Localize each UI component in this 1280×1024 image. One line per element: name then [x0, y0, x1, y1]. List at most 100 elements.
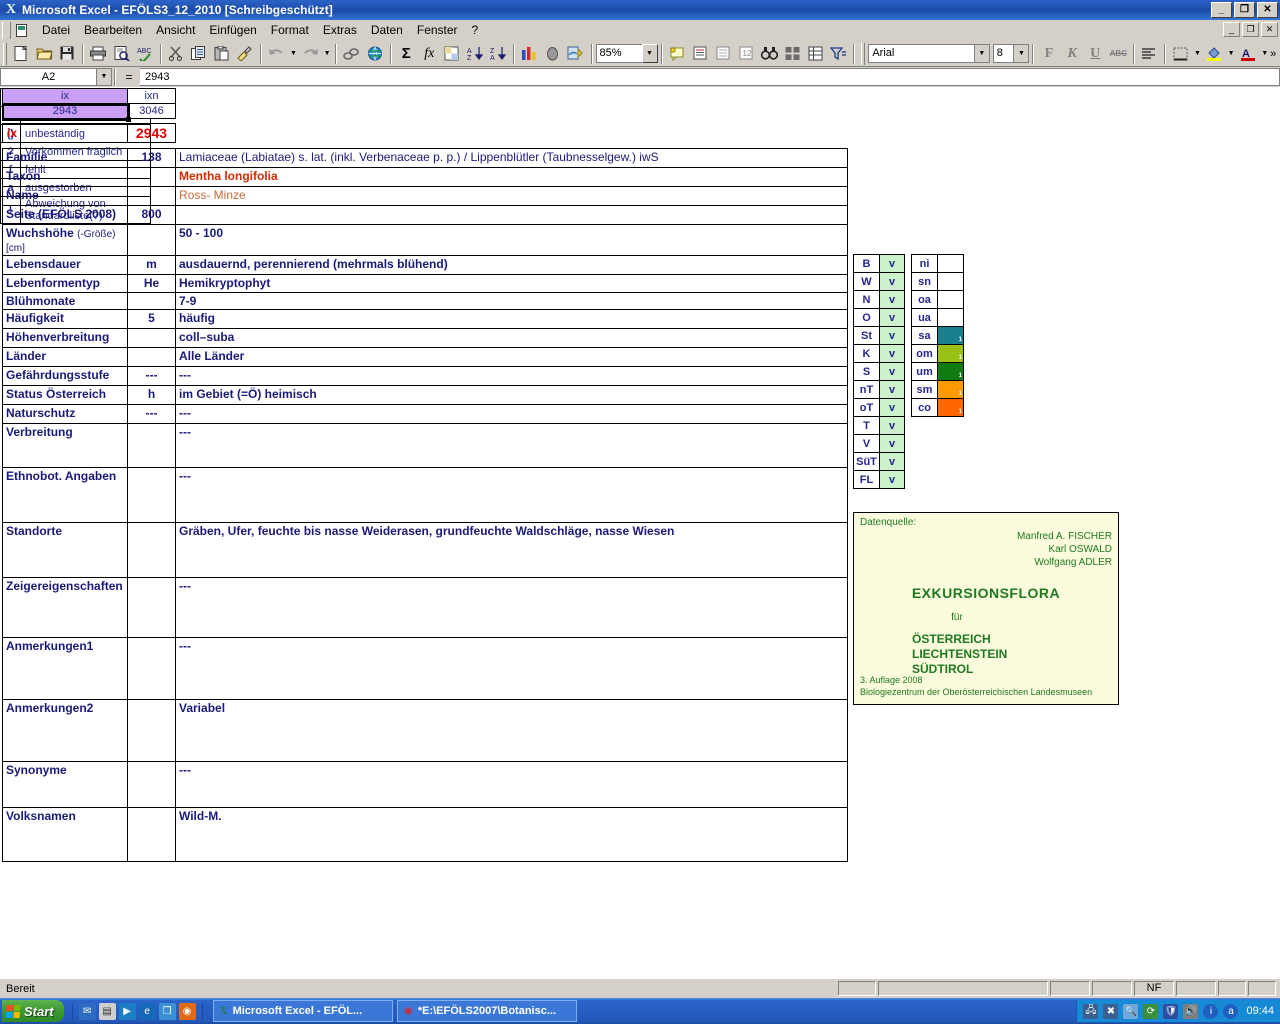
- insert-hyperlink-icon[interactable]: [340, 43, 363, 65]
- bundesland-code-cell[interactable]: B: [853, 254, 880, 273]
- row-value-cell[interactable]: ---: [175, 404, 848, 424]
- menu-extras[interactable]: Extras: [316, 21, 364, 39]
- strikethrough-button[interactable]: ABC: [1107, 43, 1130, 65]
- freeze-panes-icon[interactable]: [804, 43, 827, 65]
- borders-icon[interactable]: [1169, 43, 1192, 65]
- hoehenstufe-color-cell[interactable]: [937, 308, 964, 327]
- firefox-icon[interactable]: ◉: [178, 1002, 196, 1020]
- insert-comment-icon[interactable]: [666, 43, 689, 65]
- bold-button[interactable]: F: [1037, 43, 1060, 65]
- row-value-cell[interactable]: 50 - 100: [175, 224, 848, 256]
- font-size-dropdown-icon[interactable]: ▼: [1013, 45, 1029, 62]
- bundesland-code-cell[interactable]: O: [853, 308, 880, 327]
- doc-close-button[interactable]: ✕: [1261, 22, 1278, 37]
- hoehenstufe-color-cell[interactable]: [937, 272, 964, 291]
- row-label-cell[interactable]: Anmerkungen1: [2, 637, 128, 700]
- ixn-value-cell[interactable]: 3046: [127, 103, 176, 119]
- minimize-button[interactable]: _: [1211, 2, 1232, 18]
- taskbar-clock[interactable]: 09:44: [1246, 1005, 1274, 1017]
- row-code-cell[interactable]: [127, 292, 176, 310]
- menu-help[interactable]: ?: [465, 21, 486, 39]
- bundesland-code-cell[interactable]: SüT: [853, 452, 880, 471]
- row-value-cell[interactable]: Mentha longifolia: [175, 167, 848, 187]
- sort-ascending-icon[interactable]: AZ: [464, 43, 487, 65]
- doc-minimize-button[interactable]: _: [1223, 22, 1240, 37]
- row-value-cell[interactable]: ---: [175, 467, 848, 523]
- toolbar-grip-2[interactable]: [861, 42, 866, 65]
- spellcheck-icon[interactable]: ABC: [133, 43, 156, 65]
- row-value-cell[interactable]: coll–suba: [175, 328, 848, 348]
- hoehenstufe-code-cell[interactable]: um: [911, 362, 938, 381]
- security-shield-icon[interactable]: 🛡: [1163, 1003, 1179, 1019]
- paste-function-icon[interactable]: fx: [418, 43, 441, 65]
- next-comment-icon[interactable]: 12: [735, 43, 758, 65]
- menu-daten[interactable]: Daten: [364, 21, 410, 39]
- row-value-cell[interactable]: Ross- Minze: [175, 186, 848, 206]
- map-icon[interactable]: [564, 43, 587, 65]
- previous-comment-icon[interactable]: [712, 43, 735, 65]
- row-code-cell[interactable]: 800: [127, 205, 176, 225]
- hoehenstufe-color-cell[interactable]: [937, 290, 964, 309]
- fill-color-dropdown-icon[interactable]: ▼: [1226, 43, 1237, 65]
- row-code-cell[interactable]: ---: [127, 404, 176, 424]
- bundesland-status-cell[interactable]: v: [879, 362, 905, 381]
- bundesland-code-cell[interactable]: T: [853, 416, 880, 435]
- row-label-cell[interactable]: Höhenverbreitung: [2, 328, 128, 348]
- ix-number-cell[interactable]: 2943: [127, 123, 176, 143]
- bundesland-code-cell[interactable]: oT: [853, 398, 880, 417]
- bundesland-status-cell[interactable]: v: [879, 452, 905, 471]
- row-code-cell[interactable]: 5: [127, 309, 176, 329]
- hoehenstufe-color-cell[interactable]: 1: [937, 398, 964, 417]
- row-label-cell[interactable]: Anmerkungen2: [2, 699, 128, 762]
- bundesland-status-cell[interactable]: v: [879, 308, 905, 327]
- row-code-cell[interactable]: [127, 699, 176, 762]
- hoehenstufe-color-cell[interactable]: [937, 254, 964, 273]
- web-toolbar-icon[interactable]: [364, 43, 387, 65]
- autofilter-icon[interactable]: [827, 43, 850, 65]
- menu-bearbeiten[interactable]: Bearbeiten: [77, 21, 149, 39]
- toolbar-overflow-icon[interactable]: »: [1270, 48, 1280, 60]
- volume-icon[interactable]: 🔊: [1183, 1003, 1199, 1019]
- bundesland-code-cell[interactable]: St: [853, 326, 880, 345]
- menu-format[interactable]: Format: [264, 21, 316, 39]
- row-label-cell[interactable]: Status Österreich: [2, 385, 128, 405]
- split-window-icon[interactable]: [781, 43, 804, 65]
- hoehenstufe-code-cell[interactable]: oa: [911, 290, 938, 309]
- bundesland-status-cell[interactable]: v: [879, 344, 905, 363]
- row-value-cell[interactable]: Hemikryptophyt: [175, 274, 848, 293]
- notepad-icon[interactable]: ▤: [98, 1002, 116, 1020]
- row-code-cell[interactable]: 138: [127, 148, 176, 168]
- bundesland-status-cell[interactable]: v: [879, 272, 905, 291]
- bundesland-code-cell[interactable]: N: [853, 290, 880, 309]
- info-icon[interactable]: i: [1203, 1003, 1219, 1019]
- row-code-cell[interactable]: [127, 423, 176, 468]
- row-code-cell[interactable]: [127, 347, 176, 367]
- row-code-cell[interactable]: ---: [127, 366, 176, 386]
- row-label-cell[interactable]: Zeigereigenschaften: [2, 577, 128, 638]
- bundesland-code-cell[interactable]: nT: [853, 380, 880, 399]
- row-value-cell[interactable]: ausdauernd, perennierend (mehrmals blühe…: [175, 255, 848, 275]
- row-code-cell[interactable]: He: [127, 274, 176, 293]
- italic-button[interactable]: K: [1061, 43, 1084, 65]
- menu-ansicht[interactable]: Ansicht: [149, 21, 202, 39]
- hoehenstufe-color-cell[interactable]: 1: [937, 380, 964, 399]
- row-label-cell[interactable]: Lebensdauer: [2, 255, 128, 275]
- row-code-cell[interactable]: [127, 328, 176, 348]
- bundesland-code-cell[interactable]: S: [853, 362, 880, 381]
- hoehenstufe-color-cell[interactable]: 1: [937, 362, 964, 381]
- document-window-controls[interactable]: _ ❐ ✕: [1223, 22, 1278, 37]
- find-binoculars-icon[interactable]: [758, 43, 781, 65]
- row-value-cell[interactable]: Alle Länder: [175, 347, 848, 367]
- bundesland-status-cell[interactable]: v: [879, 416, 905, 435]
- row-label-cell[interactable]: Häufigkeit: [2, 309, 128, 329]
- hoehenstufe-color-cell[interactable]: 1: [937, 344, 964, 363]
- row-label-cell[interactable]: Seite (EFÖLS 2008): [2, 205, 128, 225]
- redo-icon[interactable]: [299, 43, 322, 65]
- menu-einfuegen[interactable]: Einfügen: [202, 21, 263, 39]
- undo-icon[interactable]: [265, 43, 288, 65]
- align-left-icon[interactable]: [1138, 43, 1161, 65]
- start-button[interactable]: Start: [2, 1000, 64, 1022]
- row-label-cell[interactable]: Lebenformentyp: [2, 274, 128, 293]
- toolbar-grip-1[interactable]: [3, 42, 7, 65]
- row-code-cell[interactable]: [127, 577, 176, 638]
